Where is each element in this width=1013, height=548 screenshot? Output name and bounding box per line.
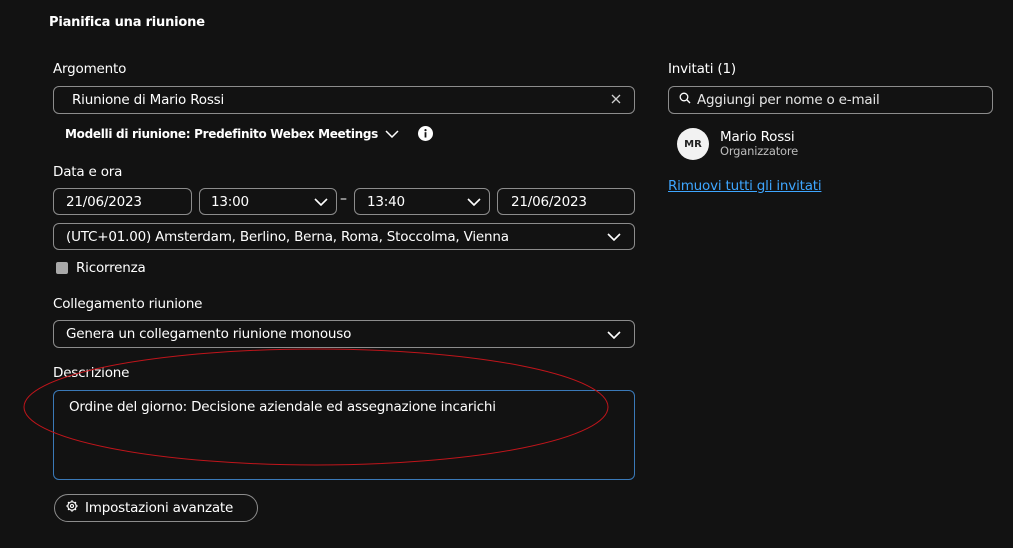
invitee-search-placeholder: Aggiungi per nome o e-mail <box>697 92 880 108</box>
timezone-select[interactable]: (UTC+01.00) Amsterdam, Berlino, Berna, R… <box>53 223 635 250</box>
end-time-value: 13:40 <box>367 193 405 210</box>
topic-label: Argomento <box>53 61 127 77</box>
invitees-header: Invitati (1) <box>668 61 736 77</box>
invitee-search-input[interactable]: Aggiungi per nome o e-mail <box>668 86 993 114</box>
end-date-value: 21/06/2023 <box>511 193 587 210</box>
gear-icon <box>66 500 78 516</box>
timezone-value: (UTC+01.00) Amsterdam, Berlino, Berna, R… <box>66 228 509 245</box>
meeting-link-value: Genera un collegamento riunione monouso <box>66 326 352 342</box>
recurrence-label: Ricorrenza <box>76 260 146 276</box>
invitee-item[interactable]: MR Mario Rossi Organizzatore <box>677 128 798 160</box>
advanced-settings-label: Impostazioni avanzate <box>85 500 234 516</box>
meeting-link-label: Collegamento riunione <box>53 296 203 312</box>
topic-input[interactable]: Riunione di Mario Rossi <box>53 86 635 114</box>
topic-value: Riunione di Mario Rossi <box>72 92 225 108</box>
chevron-down-icon <box>607 233 621 241</box>
info-icon[interactable] <box>418 126 433 145</box>
invitee-role: Organizzatore <box>720 144 799 158</box>
chevron-down-icon <box>314 198 328 206</box>
avatar: MR <box>677 128 709 160</box>
advanced-settings-button[interactable]: Impostazioni avanzate <box>54 494 258 522</box>
meeting-templates-dropdown[interactable]: Modelli di riunione: Predefinito Webex M… <box>65 127 399 141</box>
annotation-ellipse <box>23 348 609 466</box>
search-icon <box>679 92 691 108</box>
close-icon[interactable] <box>610 93 622 109</box>
page-title: Pianifica una riunione <box>49 15 205 30</box>
start-date-value: 21/06/2023 <box>66 193 142 210</box>
meeting-templates-label: Modelli di riunione: Predefinito Webex M… <box>65 127 379 141</box>
meeting-link-select[interactable]: Genera un collegamento riunione monouso <box>53 320 635 348</box>
recurrence-checkbox[interactable] <box>56 262 68 274</box>
start-time-select[interactable]: 13:00 <box>199 188 337 215</box>
chevron-down-icon <box>467 198 481 206</box>
chevron-down-icon <box>385 127 399 141</box>
invitee-name: Mario Rossi <box>720 129 795 145</box>
datetime-label: Data e ora <box>53 164 123 180</box>
start-time-value: 13:00 <box>211 193 249 210</box>
recurrence-toggle[interactable]: Ricorrenza <box>56 260 146 276</box>
time-separator: – <box>340 191 347 207</box>
start-date-field[interactable]: 21/06/2023 <box>53 188 192 215</box>
end-date-field[interactable]: 21/06/2023 <box>497 188 635 215</box>
remove-all-invitees-link[interactable]: Rimuovi tutti gli invitati <box>668 178 822 194</box>
chevron-down-icon <box>607 331 621 339</box>
end-time-select[interactable]: 13:40 <box>354 188 490 215</box>
